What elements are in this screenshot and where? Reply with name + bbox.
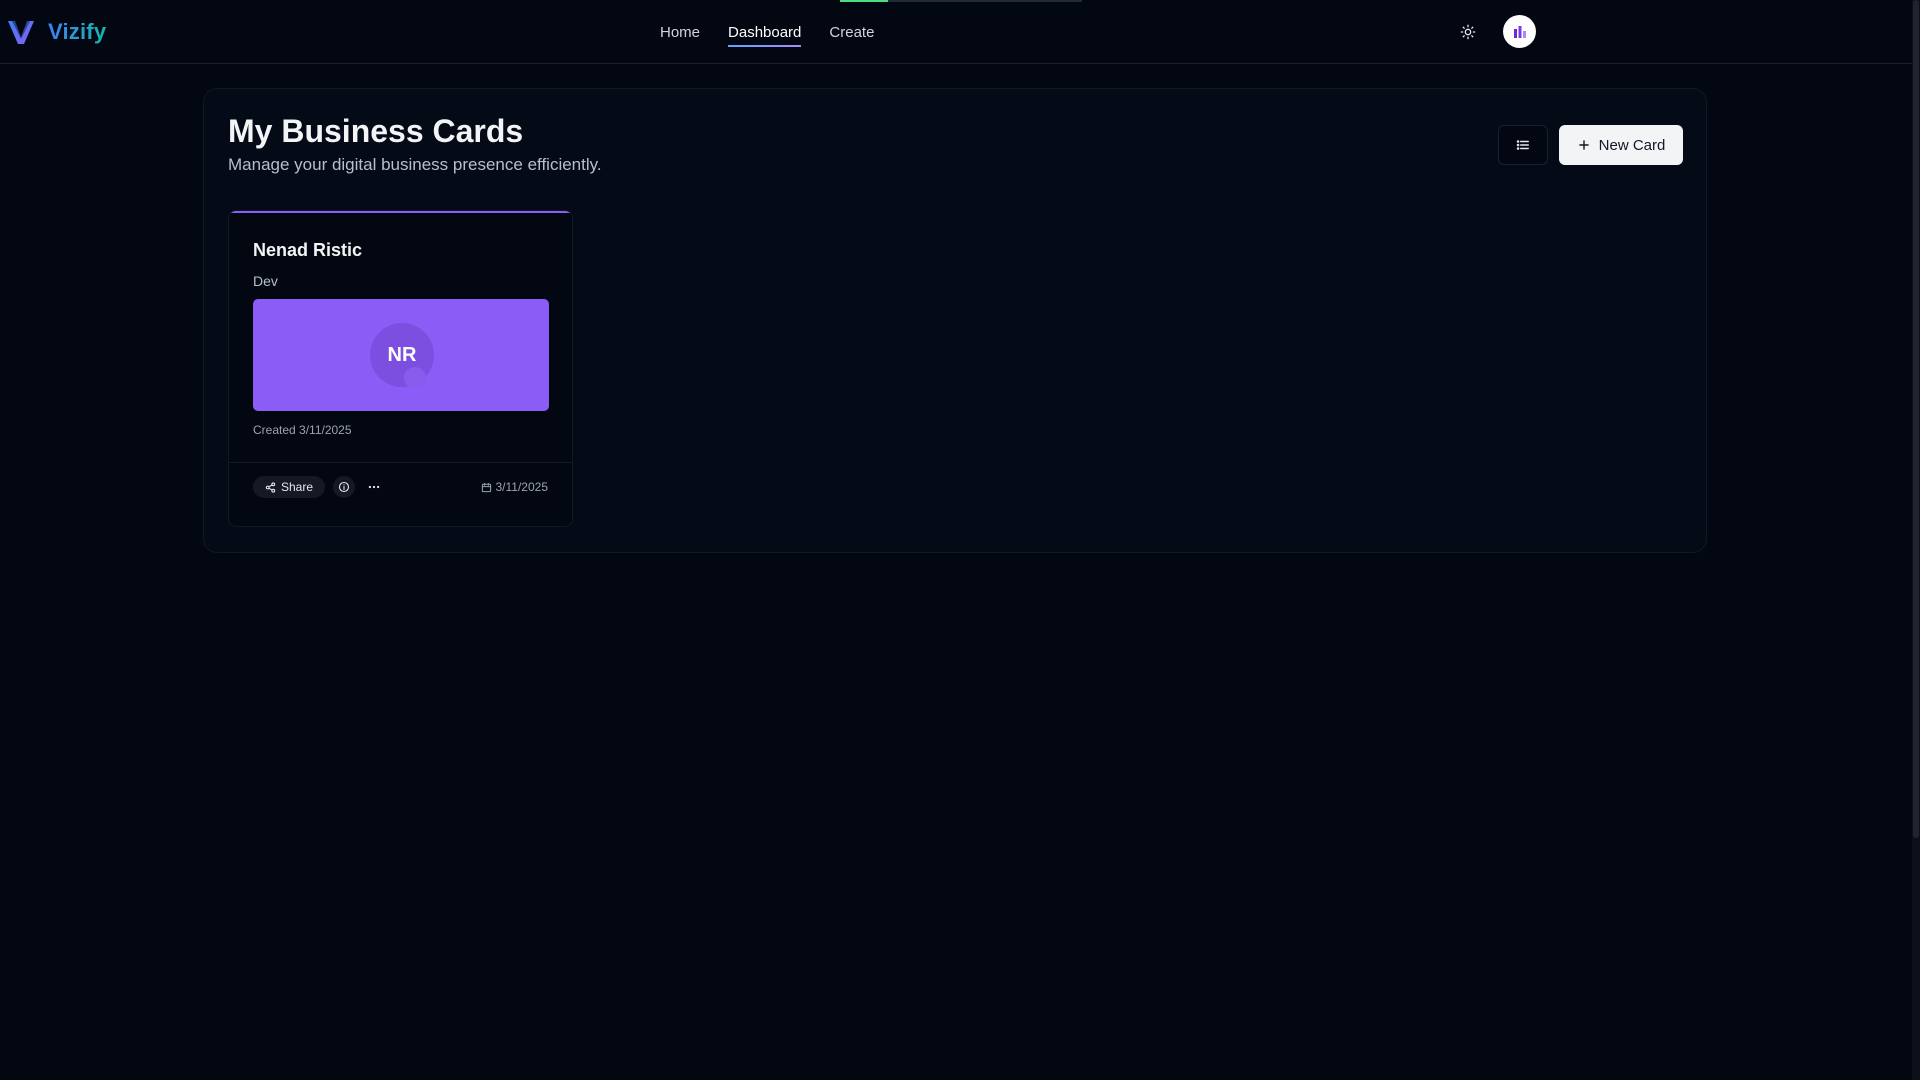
page-subtitle: Manage your digital business presence ef…: [228, 155, 602, 174]
card-job-title: Dev: [253, 273, 278, 289]
vizify-logo-icon: [8, 21, 34, 44]
share-button[interactable]: Share: [253, 476, 325, 498]
app-name: Vizify: [48, 19, 107, 44]
business-cards-panel: My Business Cards Manage your digital bu…: [203, 88, 1707, 553]
nav-link-home[interactable]: Home: [660, 20, 700, 45]
page-scrollbar-thumb[interactable]: [1913, 0, 1919, 838]
business-card[interactable]: Nenad Ristic Dev NR Created 3/11/2025 Sh…: [228, 210, 573, 527]
nav-link-dashboard[interactable]: Dashboard: [728, 20, 802, 47]
card-name: Nenad Ristic: [253, 240, 363, 260]
top-navbar: Vizify Home Dashboard Create: [0, 0, 1912, 64]
card-initials: NR: [387, 343, 417, 366]
card-date-text: 3/11/2025: [495, 480, 549, 494]
page-title: My Business Cards: [228, 113, 524, 149]
list-icon: [1516, 140, 1529, 150]
share-label: Share: [280, 480, 314, 494]
view-toggle-button[interactable]: [1498, 125, 1548, 165]
share-icon: [265, 481, 276, 493]
card-info-button[interactable]: [333, 476, 355, 498]
avatar-status-dot: [404, 367, 426, 389]
main-nav: Home Dashboard Create: [660, 0, 902, 64]
app-logo[interactable]: Vizify: [6, 16, 106, 48]
theme-toggle-button[interactable]: [1452, 16, 1484, 48]
nav-link-create[interactable]: Create: [829, 20, 874, 45]
card-divider: [229, 462, 572, 463]
user-avatar[interactable]: [1503, 15, 1536, 48]
card-preview-banner[interactable]: NR: [253, 299, 549, 411]
more-horizontal-icon: [368, 485, 380, 489]
new-card-label: New Card: [1598, 136, 1666, 154]
calendar-icon: [481, 482, 491, 492]
card-date: 3/11/2025: [481, 480, 549, 494]
info-icon: [338, 481, 350, 493]
plus-icon: [1578, 140, 1589, 150]
page-scrollbar[interactable]: [1912, 0, 1920, 1080]
sun-icon: [1460, 24, 1476, 40]
card-more-options-button[interactable]: [363, 476, 385, 498]
card-accent-line: [229, 211, 572, 213]
user-avatar-image-icon: [1513, 25, 1526, 38]
card-created-text: Created 3/11/2025: [253, 423, 352, 437]
new-card-button[interactable]: New Card: [1559, 125, 1683, 165]
